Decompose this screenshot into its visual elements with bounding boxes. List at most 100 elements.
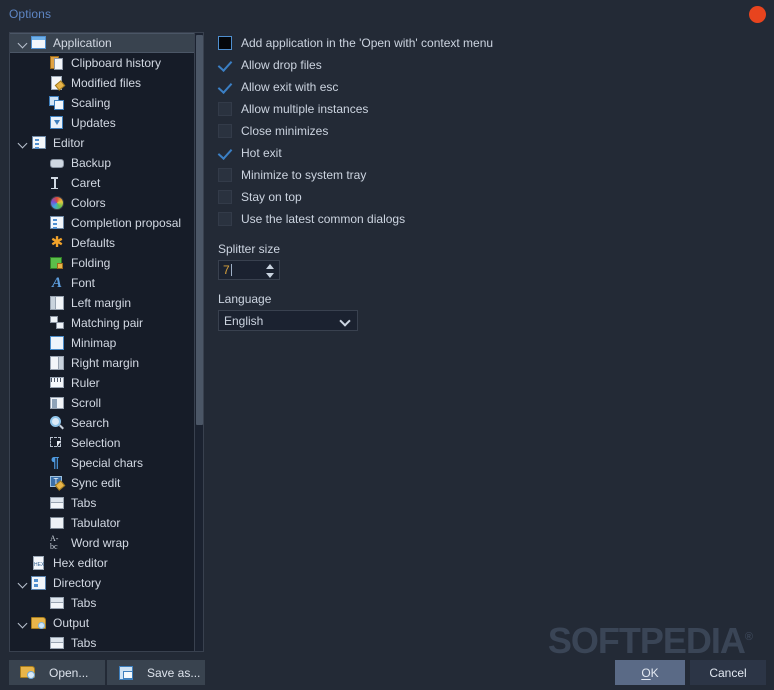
checkbox-box-icon[interactable] [218,36,232,50]
document-edit-icon [48,75,66,91]
tree-item-defaults[interactable]: ✱ Defaults [10,233,196,253]
checkmark-icon[interactable] [218,58,232,72]
chevron-down-icon[interactable] [16,133,30,153]
checkbox-stay-on-top[interactable]: Stay on top [218,186,638,208]
tree-item-search[interactable]: Search [10,413,196,433]
checkbox-label: Allow exit with esc [241,80,339,94]
chevron-down-icon[interactable] [16,33,30,53]
checkmark-icon[interactable] [218,80,232,94]
close-icon[interactable] [749,6,766,23]
tree-item-label: Tabs [71,496,97,510]
tree-item-label: Directory [53,576,102,590]
tree-item-hex-editor[interactable]: Hex editor [10,553,196,573]
language-select[interactable]: English [218,310,358,331]
tree-item-updates[interactable]: Updates [10,113,196,133]
cancel-button-label: Cancel [709,665,747,680]
settings-tree[interactable]: Application Clipboard history Modified fil… [9,32,204,652]
tree-item-label: Ruler [71,376,100,390]
tree-item-label: Caret [71,176,101,190]
tree-item-right-margin[interactable]: Right margin [10,353,196,373]
tree-item-font[interactable]: A Font [10,273,196,293]
checkbox-use-the-latest-common-dialogs[interactable]: Use the latest common dialogs [218,208,638,230]
tree-scrollbar-thumb[interactable] [196,35,203,425]
tree-item-word-wrap[interactable]: A‑ bc Word wrap [10,533,196,553]
tree-item-ruler[interactable]: Ruler [10,373,196,393]
tree-item-tabs[interactable]: Tabs [10,633,196,651]
tree-item-selection[interactable]: Selection [10,433,196,453]
defaults-icon: ✱ [50,234,64,251]
tree-scrollbar[interactable] [194,33,203,651]
tree-item-colors[interactable]: Colors [10,193,196,213]
matching-pair-icon [48,315,66,331]
tree-item-scaling[interactable]: Scaling [10,93,196,113]
checkbox-box-icon[interactable] [218,190,232,204]
checkbox-allow-exit-with-esc[interactable]: Allow exit with esc [218,76,638,98]
language-value: English [224,313,264,328]
scroll-icon [48,395,66,411]
tree-item-output[interactable]: Output [10,613,196,633]
word-wrap-icon: A‑ bc [50,534,59,551]
checkbox-box-icon[interactable] [218,212,232,226]
stepper-arrows-icon[interactable] [265,263,275,279]
tree-item-tabs[interactable]: Tabs [10,593,196,613]
clipboard-icon [48,55,66,71]
chevron-down-icon[interactable] [16,613,30,633]
checkbox-close-minimizes[interactable]: Close minimizes [218,120,638,142]
footer-bar: Open... Save as... OK Cancel [0,656,774,690]
tree-item-label: Special chars [71,456,144,470]
checkbox-hot-exit[interactable]: Hot exit [218,142,638,164]
save-as-button[interactable]: Save as... [107,660,205,685]
tree-item-sync-edit[interactable]: T Sync edit [10,473,196,493]
checkbox-box-icon[interactable] [218,168,232,182]
right-margin-icon [48,355,66,371]
tree-item-label: Editor [53,136,85,150]
tree-item-caret[interactable]: Caret [10,173,196,193]
tabs-icon [48,595,66,611]
save-disk-icon [117,665,135,681]
tree-item-minimap[interactable]: Minimap [10,333,196,353]
tree-item-label: Search [71,416,110,430]
tree-item-application[interactable]: Application [10,33,196,53]
splitter-size-stepper[interactable]: 7 [218,260,280,280]
tree-item-editor[interactable]: Editor [10,133,196,153]
tree-item-backup[interactable]: Backup [10,153,196,173]
title-bar: Options [0,0,774,28]
tree-item-label: Hex editor [53,556,108,570]
tree-item-matching-pair[interactable]: Matching pair [10,313,196,333]
checkmark-icon[interactable] [218,146,232,160]
checkbox-add-application-in-the-open-with-context-menu[interactable]: Add application in the 'Open with' conte… [218,32,638,54]
checkbox-box-icon[interactable] [218,124,232,138]
open-button[interactable]: Open... [9,660,105,685]
tree-item-tabulator[interactable]: Tabulator [10,513,196,533]
watermark-text: SOFTPEDIA [547,620,746,661]
checkbox-label: Minimize to system tray [241,168,367,182]
tree-item-special-chars[interactable]: ¶ Special chars [10,453,196,473]
tree-item-scroll[interactable]: Scroll [10,393,196,413]
checkbox-allow-drop-files[interactable]: Allow drop files [218,54,638,76]
tree-item-tabs[interactable]: Tabs [10,493,196,513]
checkbox-label: Close minimizes [241,124,329,138]
caret-icon [48,175,66,191]
tree-item-modified-files[interactable]: Modified files [10,73,196,93]
checkbox-box-icon[interactable] [218,102,232,116]
ok-button[interactable]: OK [615,660,685,685]
tree-item-directory[interactable]: Directory [10,573,196,593]
checkbox-minimize-to-system-tray[interactable]: Minimize to system tray [218,164,638,186]
cancel-button[interactable]: Cancel [690,660,766,685]
options-dialog: Options Application Clipboard history Modi… [0,0,774,690]
tree-item-folding[interactable]: Folding [10,253,196,273]
pilcrow-icon: ¶ [51,454,60,471]
tree-item-left-margin[interactable]: Left margin [10,293,196,313]
chevron-down-icon[interactable] [16,573,30,593]
tree-item-clipboard-history[interactable]: Clipboard history [10,53,196,73]
tree-item-completion-proposal[interactable]: Completion proposal [10,213,196,233]
checkbox-allow-multiple-instances[interactable]: Allow multiple instances [218,98,638,120]
